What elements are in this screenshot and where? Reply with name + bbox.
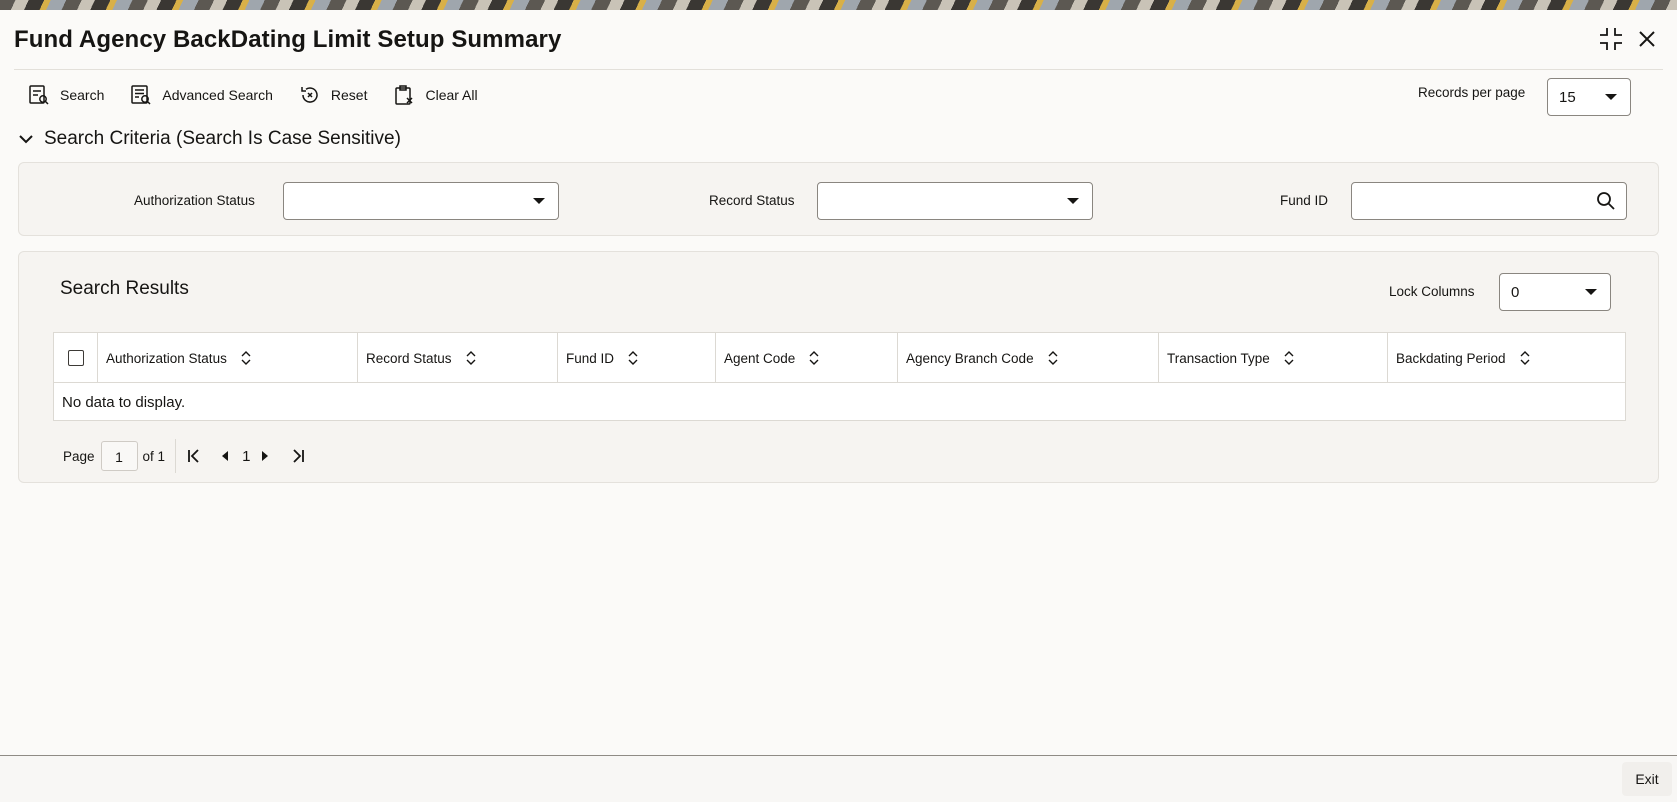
search-criteria-panel: Authorization Status Record Status Fund … [18,162,1659,236]
fund-id-input[interactable] [1351,182,1627,220]
fund-id-label: Fund ID [1280,193,1329,208]
maximize-icon[interactable] [1598,26,1624,52]
chevron-down-icon [533,198,545,204]
column-header-label: Record Status [366,350,452,366]
footer-bar: Exit [0,756,1677,802]
empty-table-message: No data to display. [62,394,186,411]
search-button-label: Search [60,87,105,103]
advanced-search-button[interactable]: Advanced Search [130,84,273,106]
lock-columns-select[interactable]: 0 [1499,273,1611,311]
sort-icon[interactable] [809,351,819,365]
column-header-label: Transaction Type [1167,350,1270,366]
column-header-authorization-status[interactable]: Authorization Status [97,333,251,383]
results-table: Authorization Status Record Status Fund … [53,332,1626,421]
advanced-search-icon [131,85,151,105]
clipboard-icon [395,85,413,105]
page-count-label: of 1 [142,448,166,464]
select-all-checkbox[interactable] [68,350,84,366]
column-header-agent-code[interactable]: Agent Code [715,333,819,383]
chevron-down-icon [1067,198,1079,204]
reset-label: Reset [330,87,368,103]
column-header-record-status[interactable]: Record Status [357,333,476,383]
title-divider [14,69,1663,70]
sort-icon[interactable] [1284,351,1294,365]
page-number-input[interactable]: 1 [100,441,138,471]
records-per-page-value: 15 [1559,89,1576,106]
column-header-label: Agency Branch Code [906,350,1034,366]
page-title: Fund Agency BackDating Limit Setup Summa… [14,26,562,53]
column-header-label: Authorization Status [106,350,227,366]
chevron-down-icon [19,135,33,144]
pagination: Page 1 of 1 1 [63,439,306,473]
sort-icon[interactable] [628,351,638,365]
authorization-status-select[interactable] [283,182,559,220]
exit-button[interactable]: Exit [1622,762,1672,796]
column-header-backdating-period[interactable]: Backdating Period [1387,333,1530,383]
sort-icon[interactable] [1048,351,1058,365]
table-header-row: Authorization Status Record Status Fund … [54,333,1625,383]
title-bar: Fund Agency BackDating Limit Setup Summa… [0,10,1677,70]
records-per-page-select[interactable]: 15 [1547,78,1631,116]
sort-icon[interactable] [466,351,476,365]
record-status-select[interactable] [817,182,1093,220]
close-icon[interactable] [1634,26,1660,52]
header-banner [0,0,1677,10]
first-page-icon[interactable] [186,448,202,464]
column-header-label: Agent Code [724,350,796,366]
column-header-label: Backdating Period [1396,350,1506,366]
chevron-down-icon [1605,94,1617,100]
lock-columns-label: Lock Columns [1389,284,1475,299]
search-results-title: Search Results [60,278,189,299]
search-icon[interactable] [1596,191,1616,211]
search-criteria-toggle[interactable]: Search Criteria (Search Is Case Sensitiv… [18,128,401,150]
sort-icon[interactable] [1520,351,1530,365]
reset-icon [301,87,318,103]
chevron-down-icon [1585,289,1597,295]
search-criteria-title: Search Criteria (Search Is Case Sensitiv… [44,128,401,149]
page-label: Page [63,448,95,464]
lock-columns-value: 0 [1511,284,1520,301]
toolbar: Search Advanced Search Reset Clear All [28,80,504,110]
column-header-fund-id[interactable]: Fund ID [557,333,638,383]
clear-all-label: Clear All [425,87,478,103]
clear-all-button[interactable]: Clear All [393,84,478,106]
last-page-icon[interactable] [290,448,306,464]
previous-page-icon[interactable] [220,450,230,462]
current-page-number[interactable]: 1 [242,448,250,465]
search-button[interactable]: Search [28,84,104,106]
reset-button[interactable]: Reset [299,84,368,106]
pager-divider [175,439,177,473]
record-status-label: Record Status [709,193,795,208]
search-form-icon [29,85,49,105]
next-page-icon[interactable] [260,450,270,462]
authorization-status-label: Authorization Status [134,193,255,208]
column-header-transaction-type[interactable]: Transaction Type [1158,333,1294,383]
records-per-page-label: Records per page [1418,85,1526,100]
column-header-agency-branch-code[interactable]: Agency Branch Code [897,333,1058,383]
search-results-panel: Search Results Lock Columns 0 Authorizat… [18,251,1659,483]
advanced-search-label: Advanced Search [162,87,273,103]
column-header-label: Fund ID [566,350,615,366]
sort-icon[interactable] [241,351,251,365]
